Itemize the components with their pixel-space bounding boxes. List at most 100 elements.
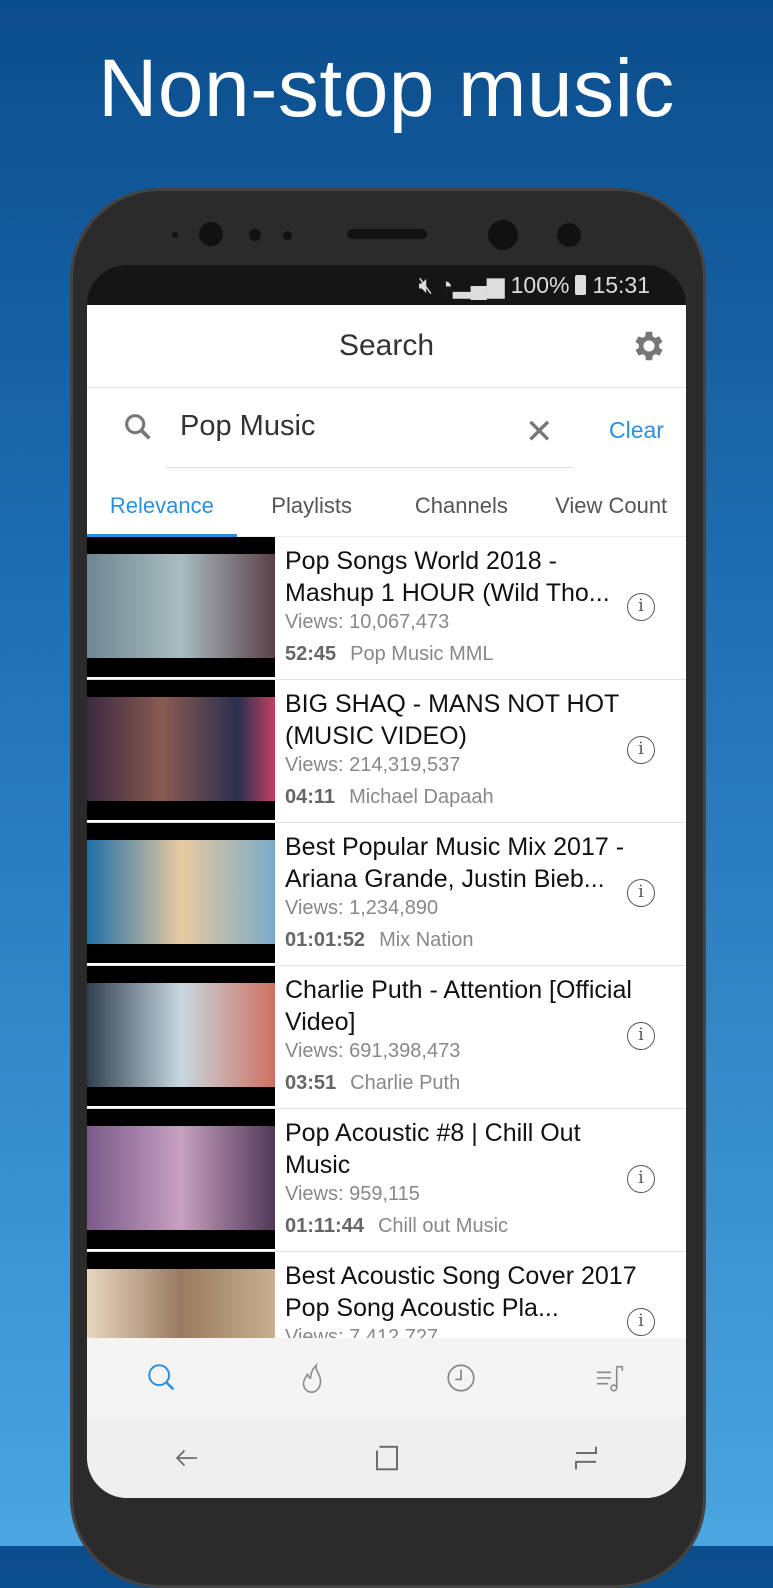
video-list-item[interactable]: Pop Acoustic #8 | Chill Out Music Views:… [87, 1109, 686, 1252]
clock: 15:31 [592, 271, 650, 298]
sensor-dot [172, 232, 178, 238]
home-button[interactable] [287, 1418, 487, 1498]
info-icon[interactable]: i [627, 1308, 655, 1336]
info-icon[interactable]: i [627, 593, 655, 621]
video-list-item[interactable]: Charlie Puth - Attention [Official Video… [87, 966, 686, 1109]
video-views: Views: 691,398,473 [285, 1040, 460, 1063]
video-views: Views: 214,319,537 [285, 754, 460, 777]
system-nav-bar [87, 1418, 686, 1498]
thumbnail-image [87, 840, 275, 944]
channel-name: Chill out Music [377, 1215, 509, 1237]
home-square-icon [375, 1445, 398, 1471]
search-icon [125, 414, 151, 440]
video-meta: 01:01:52 Mix Nation [285, 929, 474, 952]
video-thumbnail[interactable] [87, 823, 275, 963]
views-count: 1,234,890 [349, 897, 439, 919]
views-label: Views: [285, 1326, 344, 1338]
views-count: 959,115 [349, 1183, 420, 1205]
nav-playlist[interactable] [536, 1338, 686, 1418]
video-list-item[interactable]: Best Acoustic Song Cover 2017 Pop Song A… [87, 1252, 686, 1338]
video-duration: 03:51 [285, 1072, 337, 1094]
video-thumbnail[interactable] [87, 1252, 275, 1338]
views-label: Views: [285, 1040, 344, 1062]
page-title: Search [338, 329, 435, 362]
nav-history[interactable] [387, 1338, 537, 1418]
video-meta: 52:45 Pop Music MML [285, 643, 494, 666]
video-thumbnail[interactable] [87, 1109, 275, 1249]
video-thumbnail[interactable] [87, 680, 275, 820]
video-meta: 03:51 Charlie Puth [285, 1072, 460, 1095]
video-list[interactable]: Pop Songs World 2018 - Mashup 1 HOUR (Wi… [87, 537, 686, 1338]
sensor-dot [283, 231, 292, 240]
tab-channels[interactable]: Channels [387, 468, 537, 536]
playlist-music-icon [596, 1365, 624, 1392]
video-list-item[interactable]: Best Popular Music Mix 2017 - Ariana Gra… [87, 823, 686, 966]
status-bar: 🔇︎ ◔▂▄▆ 100% 15:31 [87, 265, 686, 305]
views-count: 10,067,473 [349, 611, 450, 633]
info-icon[interactable]: i [627, 736, 655, 764]
video-views: Views: 10,067,473 [285, 611, 449, 634]
video-duration: 04:11 [285, 786, 336, 808]
video-title[interactable]: Pop Songs World 2018 - Mashup 1 HOUR (Wi… [285, 545, 645, 609]
app-screen: Search Pop Music ✕ Clear Relevance Playl… [87, 305, 686, 1498]
video-views: Views: 959,115 [285, 1183, 420, 1206]
video-thumbnail[interactable] [87, 537, 275, 677]
video-title[interactable]: Best Popular Music Mix 2017 - Ariana Gra… [285, 831, 645, 895]
tab-playlists[interactable]: Playlists [237, 468, 387, 536]
search-input[interactable]: Pop Music [180, 410, 315, 443]
video-title[interactable]: BIG SHAQ - MANS NOT HOT (MUSIC VIDEO) [285, 688, 645, 752]
views-label: Views: [285, 897, 344, 919]
channel-name: Pop Music MML [350, 643, 494, 665]
close-icon[interactable]: ✕ [525, 412, 554, 452]
battery-level: 100% [510, 271, 570, 298]
views-count: 691,398,473 [349, 1040, 461, 1062]
thumbnail-image [87, 1126, 275, 1230]
iris-scanner [488, 220, 518, 250]
video-title[interactable]: Charlie Puth - Attention [Official Video… [285, 974, 645, 1038]
video-views: Views: 7,412,727 [285, 1326, 438, 1338]
views-label: Views: [285, 1183, 344, 1205]
search-icon [148, 1364, 175, 1391]
nav-trending[interactable] [237, 1338, 387, 1418]
channel-name: Michael Dapaah [349, 786, 494, 808]
bottom-nav [87, 1338, 686, 1418]
thumbnail-image [87, 1269, 275, 1338]
app-header: Search [87, 305, 686, 388]
video-list-item[interactable]: Pop Songs World 2018 - Mashup 1 HOUR (Wi… [87, 537, 686, 680]
views-count: 214,319,537 [349, 754, 461, 776]
info-icon[interactable]: i [627, 1165, 655, 1193]
video-views: Views: 1,234,890 [285, 897, 438, 920]
wifi-signal-icon: ◔▂▄▆ [439, 271, 505, 298]
clear-button[interactable]: Clear [609, 417, 664, 444]
sort-tabs: Relevance Playlists Channels View Count [87, 468, 686, 537]
channel-name: Mix Nation [379, 929, 474, 951]
video-list-item[interactable]: BIG SHAQ - MANS NOT HOT (MUSIC VIDEO) Vi… [87, 680, 686, 823]
info-icon[interactable]: i [627, 879, 655, 907]
tab-relevance[interactable]: Relevance [87, 468, 237, 537]
gear-icon[interactable] [630, 327, 668, 365]
channel-name: Charlie Puth [350, 1072, 461, 1094]
back-button[interactable] [87, 1418, 287, 1498]
earpiece [347, 229, 427, 239]
video-title[interactable]: Pop Acoustic #8 | Chill Out Music [285, 1117, 645, 1181]
video-meta: 01:11:44 Chill out Music [285, 1215, 508, 1238]
video-duration: 52:45 [285, 643, 337, 665]
video-duration: 01:01:52 [285, 929, 366, 951]
info-icon[interactable]: i [627, 1022, 655, 1050]
sensor-dot [557, 223, 581, 247]
recents-icon [575, 1446, 598, 1470]
video-thumbnail[interactable] [87, 966, 275, 1106]
video-duration: 01:11:44 [285, 1215, 364, 1237]
nav-search[interactable] [87, 1338, 237, 1418]
views-label: Views: [285, 611, 344, 633]
tab-view-count[interactable]: View Count [536, 468, 686, 536]
views-count: 7,412,727 [349, 1326, 439, 1338]
thumbnail-image [87, 983, 275, 1087]
sensor-dot [249, 229, 261, 241]
front-camera [199, 222, 223, 246]
video-title[interactable]: Best Acoustic Song Cover 2017 Pop Song A… [285, 1260, 645, 1324]
search-bar: Pop Music ✕ Clear [87, 388, 686, 468]
trending-fire-icon [302, 1362, 321, 1393]
views-label: Views: [285, 754, 344, 776]
recents-button[interactable] [486, 1418, 686, 1498]
